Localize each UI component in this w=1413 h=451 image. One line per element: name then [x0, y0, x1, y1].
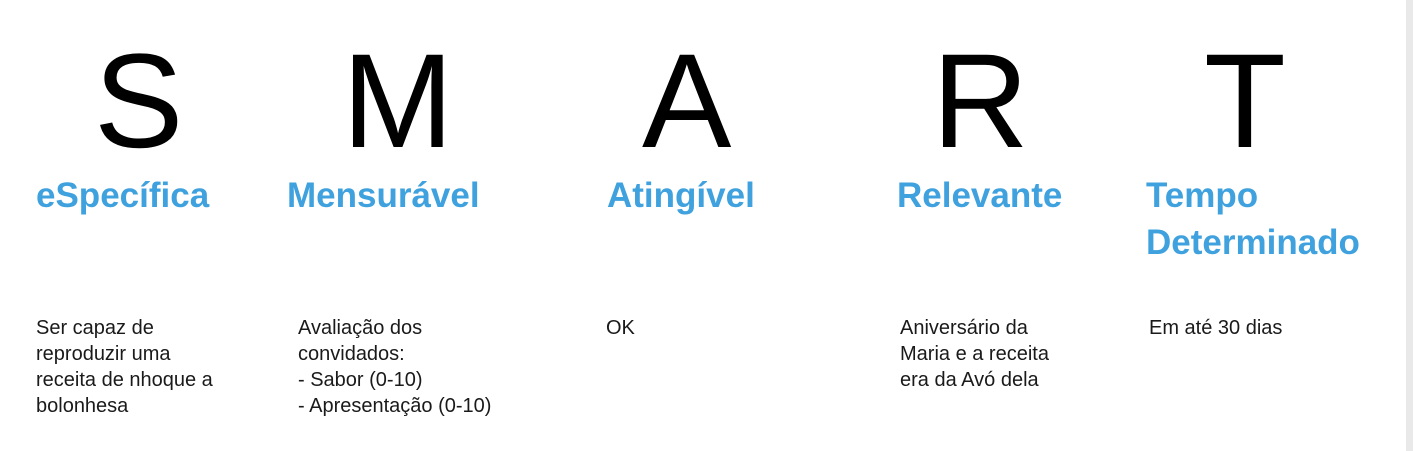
- smart-description-r: Aniversário da Maria e a receita era da …: [900, 315, 1049, 393]
- description-line: OK: [606, 317, 635, 339]
- smart-term-line: Tempo: [1146, 176, 1259, 215]
- description-line: - Apresentação (0-10): [298, 395, 492, 417]
- smart-term-line: Relevante: [897, 176, 1063, 215]
- smart-term-t: Tempo Determinado: [1146, 172, 1360, 266]
- smart-description-a: OK: [606, 315, 635, 341]
- description-line: - Sabor (0-10): [298, 369, 423, 391]
- smart-term-s: eSpecífica: [36, 172, 209, 219]
- smart-term-a: Atingível: [607, 172, 755, 219]
- description-line: era da Avó dela: [900, 369, 1039, 391]
- smart-column-s: S eSpecífica Ser capaz de reproduzir uma…: [0, 0, 280, 451]
- slide-edge-strip: [1406, 0, 1413, 451]
- smart-letter-t: T: [1204, 27, 1286, 176]
- smart-term-line: Determinado: [1146, 223, 1360, 262]
- smart-term-line: eSpecífica: [36, 176, 210, 215]
- smart-term-r: Relevante: [897, 172, 1062, 219]
- smart-description-m: Avaliação dos convidados: - Sabor (0-10)…: [298, 315, 491, 419]
- smart-description-t: Em até 30 dias: [1149, 315, 1282, 341]
- smart-letter-m: M: [342, 27, 454, 176]
- smart-letter-r: R: [932, 27, 1029, 176]
- description-line: Em até 30 dias: [1149, 317, 1283, 339]
- smart-column-m: M Mensurável Avaliação dos convidados: -…: [280, 0, 600, 451]
- description-line: bolonhesa: [36, 395, 129, 417]
- smart-term-line: Atingível: [607, 176, 755, 215]
- description-line: Maria e a receita: [900, 343, 1049, 365]
- description-line: receita de nhoque a: [36, 369, 213, 391]
- smart-term-m: Mensurável: [287, 172, 480, 219]
- smart-description-s: Ser capaz de reproduzir uma receita de n…: [36, 315, 213, 419]
- smart-letter-s: S: [94, 27, 184, 176]
- smart-term-line: Mensurável: [287, 176, 480, 215]
- description-line: Avaliação dos: [298, 317, 423, 339]
- description-line: reproduzir uma: [36, 343, 171, 365]
- description-line: Aniversário da: [900, 317, 1028, 339]
- smart-column-a: A Atingível OK: [600, 0, 890, 451]
- smart-letter-a: A: [642, 27, 732, 176]
- description-line: convidados:: [298, 343, 405, 365]
- description-line: Ser capaz de: [36, 317, 154, 339]
- smart-column-r: R Relevante Aniversário da Maria e a rec…: [890, 0, 1140, 451]
- smart-column-t: T Tempo Determinado Em até 30 dias: [1140, 0, 1406, 451]
